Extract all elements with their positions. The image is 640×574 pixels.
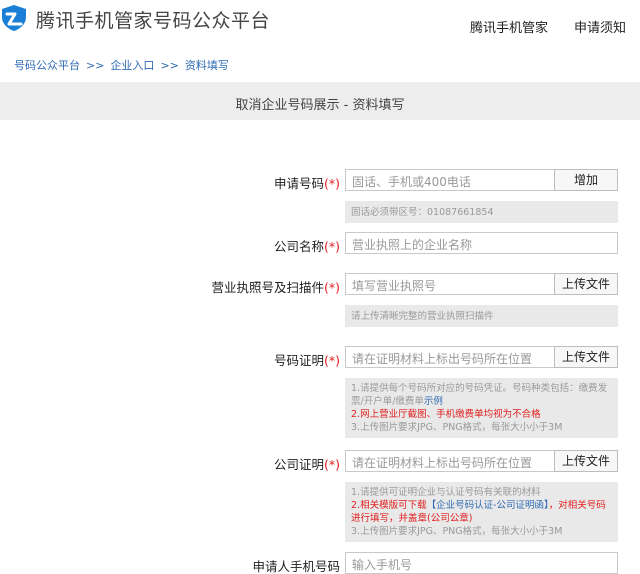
example-link[interactable]: 示例 <box>424 396 443 407</box>
template-download-link[interactable]: 【企业号码认证-公司证明函】 <box>427 500 549 511</box>
apply-number-label-text: 申请号码 <box>273 176 324 191</box>
breadcrumb-home-link[interactable]: 号码公众平台 <box>14 59 80 72</box>
company-proof-label: 公司证明(*) <box>274 454 340 473</box>
number-proof-label: 号码证明(*) <box>274 350 340 369</box>
applicant-phone-label-text: 申请人手机号码 <box>252 559 340 574</box>
required-mark: (*) <box>323 457 340 472</box>
hint-line: 3.上传图片要求JPG、PNG格式，每张大小小于3M <box>351 422 563 433</box>
required-mark: (*) <box>323 353 340 368</box>
number-proof-hint: 1.请提供每个号码所对应的号码凭证。号码种类包括：缴费发票/开户单/缴费单示例 … <box>345 378 618 438</box>
license-label: 营业执照号及扫描件(*) <box>211 277 340 296</box>
company-proof-upload-button[interactable]: 上传文件 <box>554 450 618 472</box>
page-title: 取消企业号码展示 - 资料填写 <box>235 98 405 113</box>
apply-number-label: 申请号码(*) <box>274 173 340 192</box>
tencent-shield-logo-icon <box>2 5 26 31</box>
site-header: 腾讯手机管家号码公众平台 腾讯手机管家 申请须知 <box>0 0 640 42</box>
breadcrumb-separator: >> <box>160 59 179 72</box>
hint-line: 1.请提供可证明企业与认证号码有关联的材料 <box>351 487 541 498</box>
company-proof-input[interactable]: 请在证明材料上标出号码所在位置 <box>345 450 555 472</box>
breadcrumb-enterprise-link[interactable]: 企业入口 <box>110 59 154 72</box>
applicant-phone-label: 申请人手机号码 <box>252 556 340 574</box>
breadcrumb-current[interactable]: 资料填写 <box>185 59 229 72</box>
breadcrumb: 号码公众平台 >> 企业入口 >> 资料填写 <box>14 57 229 73</box>
add-number-button[interactable]: 增加 <box>554 169 618 191</box>
nav-application-guide[interactable]: 申请须知 <box>574 17 626 36</box>
license-upload-button[interactable]: 上传文件 <box>554 273 618 295</box>
site-title: 腾讯手机管家号码公众平台 <box>36 10 271 32</box>
license-hint: 请上传清晰完整的营业执照扫描件 <box>345 305 618 327</box>
company-name-label-text: 公司名称 <box>273 239 324 254</box>
number-proof-label-text: 号码证明 <box>273 353 324 368</box>
hint-text: 1.请提供每个号码所对应的号码凭证。号码种类包括：缴费发票/开户单/缴费单 <box>351 383 608 407</box>
apply-number-input[interactable]: 固话、手机或400电话 <box>345 169 555 191</box>
breadcrumb-separator: >> <box>86 59 105 72</box>
apply-number-hint: 固话必须带区号：01087661854 <box>345 201 618 223</box>
hint-line-template: 2.相关模版可下载【企业号码认证-公司证明函】，对相关号码进行填写，并盖章(公司… <box>351 499 612 525</box>
number-proof-input[interactable]: 请在证明材料上标出号码所在位置 <box>345 346 555 368</box>
page-title-banner: 取消企业号码展示 - 资料填写 <box>0 82 640 120</box>
company-proof-label-text: 公司证明 <box>273 457 324 472</box>
hint-line: 1.请提供每个号码所对应的号码凭证。号码种类包括：缴费发票/开户单/缴费单示例 <box>351 382 612 408</box>
required-mark: (*) <box>323 239 340 254</box>
nav-tencent-manager[interactable]: 腾讯手机管家 <box>470 17 548 36</box>
hint-line-warning: 2.网上营业厅截图、手机缴费单均视为不合格 <box>351 409 541 420</box>
company-name-label: 公司名称(*) <box>274 236 340 255</box>
required-mark: (*) <box>323 176 340 191</box>
license-label-text: 营业执照号及扫描件 <box>211 280 324 295</box>
company-proof-hint: 1.请提供可证明企业与认证号码有关联的材料 2.相关模版可下载【企业号码认证-公… <box>345 482 618 542</box>
applicant-phone-input[interactable]: 输入手机号 <box>345 552 618 574</box>
license-number-input[interactable]: 填写营业执照号 <box>345 273 555 295</box>
hint-line: 3.上传图片要求JPG、PNG格式，每张大小小于3M <box>351 526 563 537</box>
number-proof-upload-button[interactable]: 上传文件 <box>554 346 618 368</box>
required-mark: (*) <box>323 280 340 295</box>
hint-text: 2.相关模版可下载 <box>351 500 427 511</box>
company-name-input[interactable]: 营业执照上的企业名称 <box>345 232 618 254</box>
